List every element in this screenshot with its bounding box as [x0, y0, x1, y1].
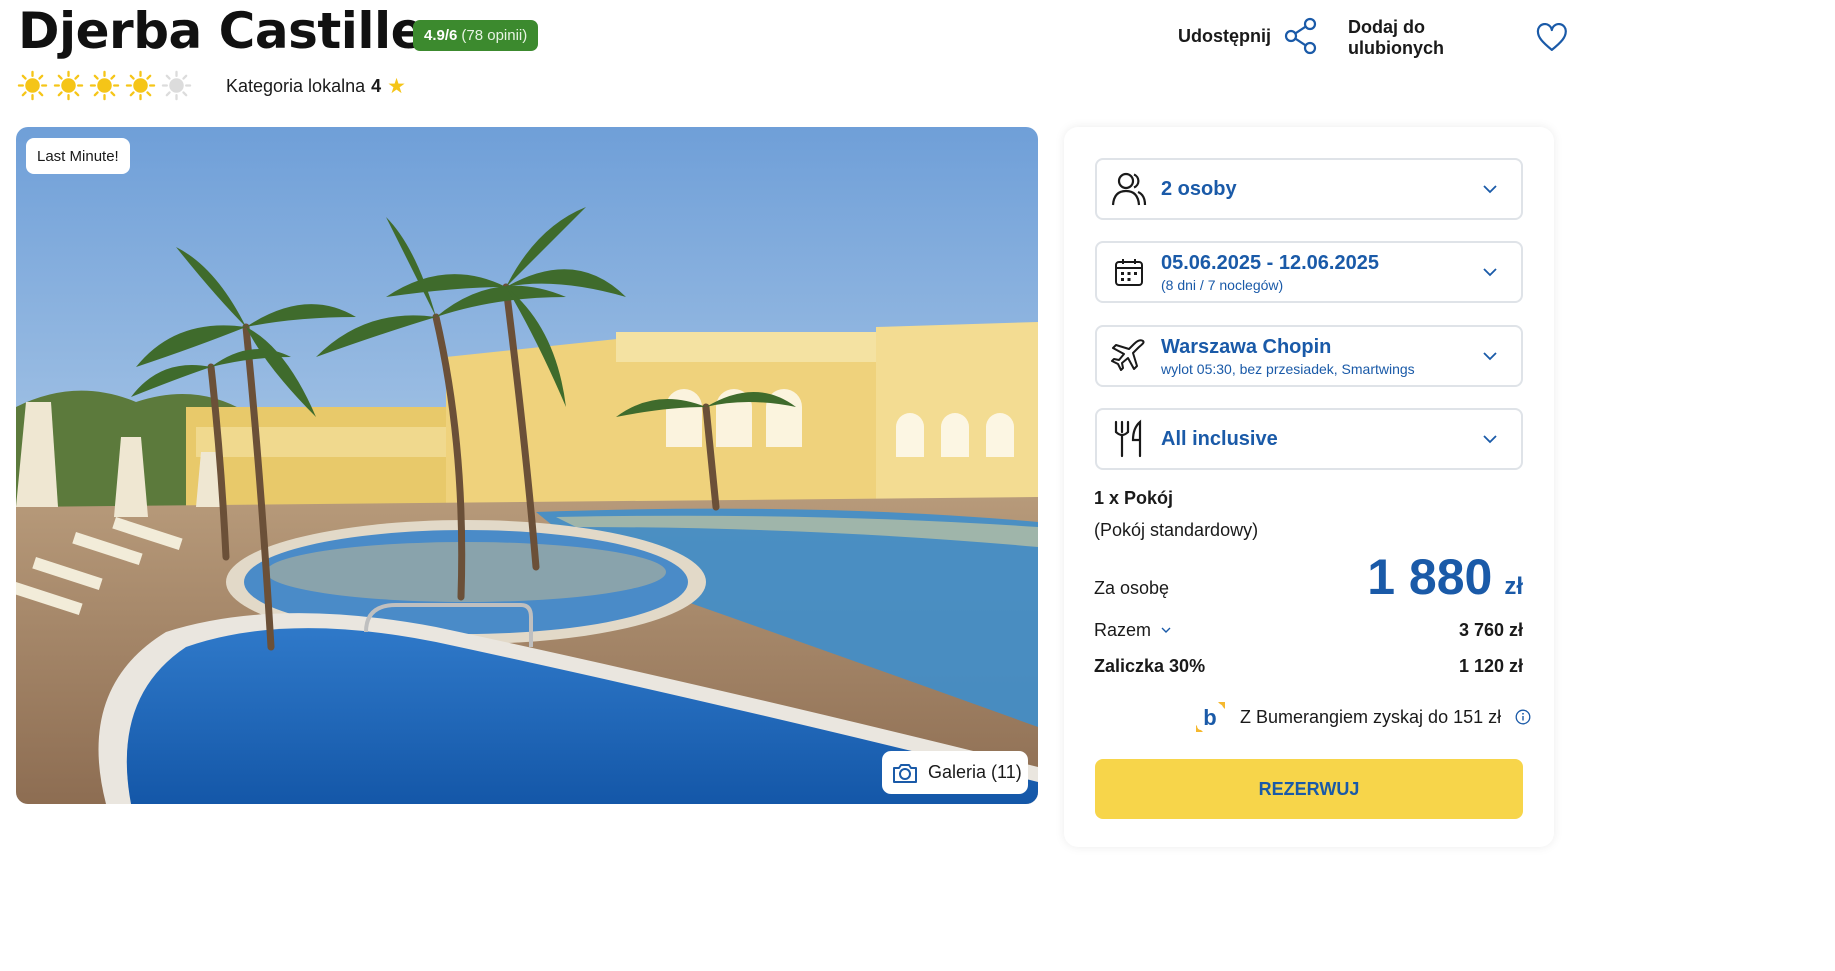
bumerang-text: Z Bumerangiem zyskaj do 151 zł — [1240, 706, 1502, 727]
fork-knife-icon — [1114, 419, 1142, 458]
chevron-down-icon — [1483, 434, 1497, 443]
share-icon — [1284, 17, 1317, 55]
category-value: 4 — [371, 76, 382, 96]
persons-value: 2 osoby — [1161, 178, 1237, 200]
sun-icon — [17, 70, 48, 101]
dates-select[interactable]: 05.06.2025 - 12.06.2025 (8 dni / 7 nocle… — [1095, 241, 1523, 303]
booking-panel — [1064, 127, 1554, 847]
deposit-value: 1 120 zł — [1458, 656, 1523, 676]
rating-badge[interactable]: 4.9/6 (78 opinii) — [413, 20, 539, 51]
review-count: (78 opinii) — [461, 27, 528, 44]
deposit-label: Zaliczka 30% — [1094, 656, 1206, 676]
sun-icon — [53, 70, 84, 101]
sun-icon — [125, 70, 156, 101]
last-minute-badge: Last Minute! — [26, 138, 130, 174]
price-currency: zł — [1504, 573, 1523, 600]
gallery-label: Galeria (11) — [928, 762, 1022, 782]
chevron-down-icon — [1161, 627, 1171, 633]
local-category: Kategoria lokalna 4 ★ — [226, 74, 406, 99]
board-value: All inclusive — [1161, 428, 1278, 450]
sun-rating — [17, 70, 192, 101]
share-label: Udostępnij — [1178, 25, 1271, 46]
dates-duration: (8 dni / 7 noclegów) — [1161, 276, 1284, 293]
dates-value: 05.06.2025 - 12.06.2025 — [1161, 251, 1379, 274]
per-person-label: Za osobę — [1094, 578, 1170, 598]
room-count: 1 x Pokój — [1094, 488, 1174, 508]
total-toggle[interactable]: Razem — [1094, 620, 1171, 641]
plane-icon — [1111, 339, 1145, 371]
board-select[interactable]: All inclusive — [1095, 408, 1523, 470]
hotel-photo[interactable] — [16, 127, 1038, 804]
hotel-pool-image — [16, 127, 1038, 804]
calendar-icon — [1115, 259, 1143, 286]
favorite-label: Dodaj do ulubionych — [1348, 17, 1444, 58]
share-button[interactable]: Udostępnij — [1178, 17, 1319, 55]
price-value: 1 880 — [1367, 549, 1493, 605]
total-label: Razem — [1094, 620, 1152, 640]
chevron-down-icon — [1483, 351, 1497, 360]
info-icon[interactable] — [1515, 709, 1531, 725]
flight-details: wylot 05:30, bez przesiadek, Smartwings — [1161, 360, 1415, 377]
svg-text:b: b — [1203, 705, 1216, 730]
price-per-person: 1 880 zł — [1367, 548, 1523, 606]
bumerang-logo-icon: b — [1196, 702, 1225, 732]
bumerang-info: b Z Bumerangiem zyskaj do 151 zł — [1192, 699, 1531, 735]
airport-value: Warszawa Chopin — [1161, 335, 1332, 358]
category-label: Kategoria lokalna — [226, 76, 366, 96]
chevron-down-icon — [1483, 184, 1497, 193]
chevron-down-icon — [1483, 267, 1497, 276]
rating-score: 4.9/6 — [424, 27, 458, 44]
hotel-title: Djerba Castille — [18, 2, 425, 60]
favorite-button[interactable]: Dodaj do ulubionych — [1348, 17, 1568, 59]
star-icon: ★ — [387, 75, 406, 98]
book-button[interactable]: REZERWUJ — [1095, 759, 1523, 819]
sun-icon — [89, 70, 120, 101]
people-icon — [1111, 172, 1147, 206]
total-value: 3 760 zł — [1458, 620, 1523, 640]
sun-icon — [161, 70, 192, 101]
camera-icon — [893, 763, 917, 783]
heart-icon — [1537, 23, 1568, 51]
gallery-button[interactable]: Galeria (11) — [882, 751, 1028, 794]
departure-select[interactable]: Warszawa Chopin wylot 05:30, bez przesia… — [1095, 325, 1523, 387]
room-type: (Pokój standardowy) — [1094, 520, 1259, 540]
persons-select[interactable]: 2 osoby — [1095, 158, 1523, 220]
